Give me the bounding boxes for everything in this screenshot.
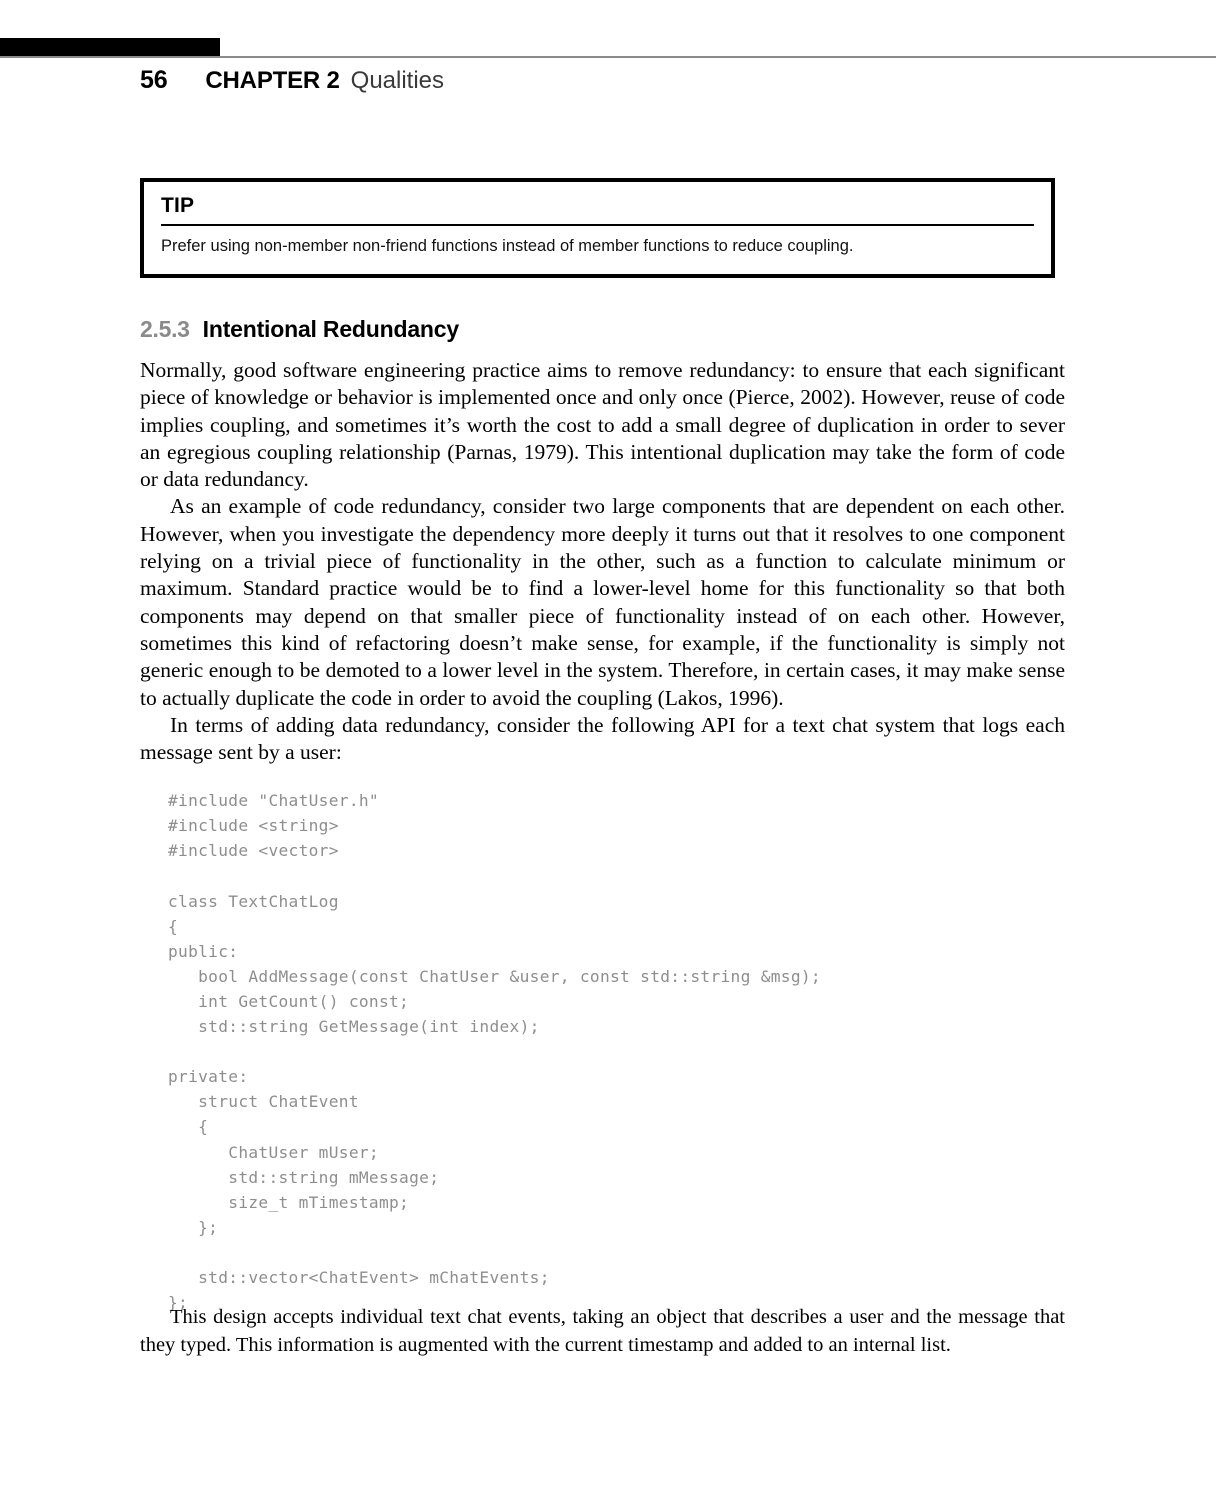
chapter-label: CHAPTER 2 [205,67,340,94]
tip-callout-box: TIP Prefer using non-member non-friend f… [140,178,1055,278]
section-number: 2.5.3 [140,316,190,342]
section-heading: 2.5.3 Intentional Redundancy [140,316,459,343]
closing-text-block: This design accepts individual text chat… [140,1303,1065,1359]
page-canvas: 56 CHAPTER 2 Qualities TIP Prefer using … [0,0,1216,1500]
paragraph: This design accepts individual text chat… [140,1306,1065,1356]
paragraph: In terms of adding data redundancy, cons… [140,712,1065,765]
section-title: Intentional Redundancy [202,316,459,342]
tip-heading: TIP [161,194,195,217]
header-thin-rule [0,56,1216,58]
code-listing: #include "ChatUser.h" #include <string> … [168,791,821,1313]
tip-text: Prefer using non-member non-friend funct… [161,237,854,256]
body-text-block: Normally, good software engineering prac… [140,357,1065,766]
chapter-title: Qualities [350,67,445,94]
page-number: 56 [140,66,168,94]
paragraph: Normally, good software engineering prac… [140,358,1065,492]
paragraph: As an example of code redundancy, consid… [140,494,1065,710]
header-black-bar [0,38,220,57]
running-head: 56 CHAPTER 2 Qualities [140,66,444,100]
tip-divider [161,224,1034,227]
running-head-rule [0,38,1216,59]
